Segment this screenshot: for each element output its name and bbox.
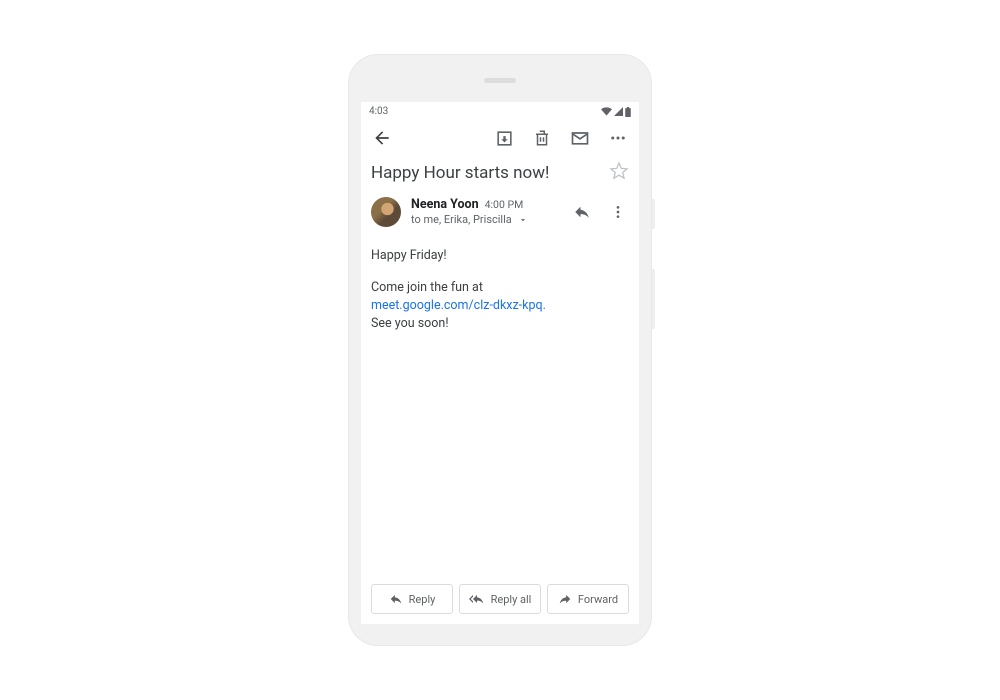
forward-icon xyxy=(558,592,572,606)
message-more-button[interactable] xyxy=(607,201,629,223)
cellular-icon xyxy=(614,107,623,116)
sender-time: 4:00 PM xyxy=(485,198,524,211)
mark-unread-button[interactable] xyxy=(569,127,591,149)
reply-all-button[interactable]: Reply all xyxy=(459,584,541,614)
recipients-text: to me, Erika, Priscilla xyxy=(411,213,512,226)
sender-info[interactable]: Neena Yoon 4:00 PM to me, Erika, Priscil… xyxy=(411,197,561,226)
sender-name: Neena Yoon xyxy=(411,197,479,212)
reply-all-label: Reply all xyxy=(491,593,532,606)
star-button[interactable] xyxy=(609,161,629,185)
body-text: See you soon! xyxy=(371,316,449,331)
email-subject: Happy Hour starts now! xyxy=(371,163,609,183)
side-button xyxy=(652,269,655,329)
action-bar: Reply Reply all Forward xyxy=(371,584,629,614)
app-bar xyxy=(361,119,639,155)
subject-row: Happy Hour starts now! xyxy=(361,155,639,193)
battery-icon xyxy=(625,107,631,117)
reply-all-icon xyxy=(469,592,485,606)
delete-button[interactable] xyxy=(531,127,553,149)
sender-row: Neena Yoon 4:00 PM to me, Erika, Priscil… xyxy=(361,193,639,231)
sender-avatar[interactable] xyxy=(371,197,401,227)
archive-button[interactable] xyxy=(493,127,515,149)
reply-icon-button[interactable] xyxy=(571,201,593,223)
wifi-icon xyxy=(601,107,612,116)
forward-label: Forward xyxy=(578,593,618,606)
email-body: Happy Friday! Come join the fun at meet.… xyxy=(361,231,639,358)
status-time: 4:03 xyxy=(369,106,388,117)
forward-button[interactable]: Forward xyxy=(547,584,629,614)
phone-speaker xyxy=(484,78,516,83)
body-paragraph: Come join the fun at meet.google.com/clz… xyxy=(371,279,629,333)
reply-button[interactable]: Reply xyxy=(371,584,453,614)
more-button[interactable] xyxy=(607,127,629,149)
body-text: Come join the fun at xyxy=(371,280,483,295)
side-button xyxy=(652,199,655,229)
chevron-down-icon[interactable] xyxy=(518,215,528,225)
screen: 4:03 xyxy=(361,102,639,624)
status-bar: 4:03 xyxy=(361,102,639,119)
reply-icon xyxy=(389,592,403,606)
body-greeting: Happy Friday! xyxy=(371,247,629,265)
status-icons xyxy=(601,107,631,117)
phone-frame: 4:03 xyxy=(348,54,652,646)
meet-link[interactable]: meet.google.com/clz-dkxz-kpq. xyxy=(371,298,546,313)
back-button[interactable] xyxy=(371,127,393,149)
reply-label: Reply xyxy=(409,593,436,606)
